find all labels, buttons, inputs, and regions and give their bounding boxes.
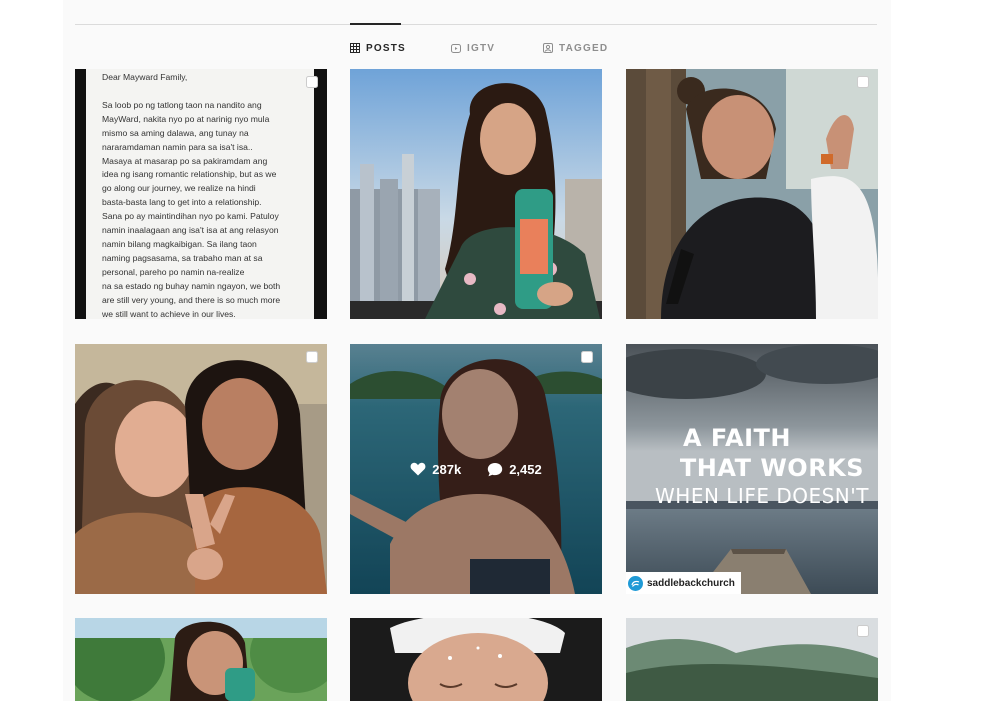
post-photo-sea-selfie[interactable]: 287k 2,452 bbox=[350, 344, 602, 594]
photo-garden-selfie bbox=[75, 618, 327, 701]
letter-salutation: Dear Mayward Family, bbox=[102, 72, 188, 82]
letter-line: MayWard, nakita nyo po at narinig nyo mu… bbox=[102, 113, 270, 124]
multiple-photos-icon bbox=[857, 625, 869, 637]
letter-line: basta-basta lang to get into a relations… bbox=[102, 197, 262, 208]
photo-mountains bbox=[626, 618, 878, 701]
grid-icon bbox=[350, 43, 360, 53]
letter-line: we still want to achieve in our lives. bbox=[102, 308, 236, 319]
post-hover-stats: 287k 2,452 bbox=[350, 344, 602, 594]
post-photo-city-selfie[interactable] bbox=[350, 69, 602, 319]
watermark-handle: saddlebackchurch bbox=[626, 572, 741, 594]
letter-paper: Dear Mayward Family, Sa loob po ng tatlo… bbox=[86, 69, 314, 319]
letter-line: idea ng isang romantic relationship, but… bbox=[102, 169, 277, 180]
post-photo-two-friends[interactable] bbox=[75, 344, 327, 594]
church-logo-icon bbox=[628, 575, 643, 591]
tab-tagged[interactable]: TAGGED bbox=[543, 40, 608, 56]
igtv-icon bbox=[451, 43, 461, 53]
letter-line: are still very young, and there is so mu… bbox=[102, 294, 281, 305]
quote-line-3: WHEN LIFE DOESN'T bbox=[655, 484, 869, 508]
letter-line: go along our journey, we realize na hind… bbox=[102, 183, 256, 194]
letter-line: mismo sa aming dalawa, ang tunay na bbox=[102, 127, 249, 138]
letter-line: Sa loob po ng tatlong taon na nandito an… bbox=[102, 99, 262, 110]
post-letter[interactable]: Dear Mayward Family, Sa loob po ng tatlo… bbox=[75, 69, 327, 319]
likes-count: 287k bbox=[432, 461, 462, 477]
post-quote-image[interactable]: A FAITH THAT WORKS WHEN LIFE DOESN'T sad… bbox=[626, 344, 878, 594]
letter-line: namin inaalagaan ang isa't isa at ang re… bbox=[102, 225, 279, 236]
photo-city-selfie bbox=[350, 69, 602, 319]
likes-stat: 287k bbox=[410, 462, 461, 477]
tab-igtv[interactable]: IGTV bbox=[451, 40, 495, 56]
multiple-photos-icon bbox=[857, 76, 869, 88]
post-photo-mountains[interactable] bbox=[626, 618, 878, 701]
handle-name: saddlebackchurch bbox=[647, 577, 735, 589]
heart-icon bbox=[410, 462, 426, 476]
active-tab-indicator bbox=[350, 23, 401, 25]
photo-face-mask bbox=[350, 618, 602, 701]
letter-line: na sa estado ng buhay namin ngayon, we b… bbox=[102, 280, 281, 291]
letter-line: namin bilang magkaibigan. Sa ilang taon bbox=[102, 238, 257, 249]
letter-line: Sana po ay maintindihan nyo po kami. Pat… bbox=[102, 211, 279, 222]
comment-icon bbox=[487, 462, 503, 476]
photo-two-friends bbox=[75, 344, 327, 594]
multiple-photos-icon bbox=[581, 351, 593, 363]
post-photo-face-mask[interactable] bbox=[350, 618, 602, 701]
quote-text: A FAITH THAT WORKS WHEN LIFE DOESN'T bbox=[626, 424, 878, 508]
comments-count: 2,452 bbox=[509, 461, 542, 477]
tab-tagged-label: TAGGED bbox=[559, 42, 609, 54]
tab-posts[interactable]: POSTS bbox=[350, 40, 406, 56]
letter-line: nararamdaman namin para sa isa't isa.. bbox=[102, 141, 253, 152]
letter-line: Masaya at masarap po sa pakiramdam ang bbox=[102, 155, 268, 166]
multiple-photos-icon bbox=[306, 351, 318, 363]
comments-stat: 2,452 bbox=[487, 462, 542, 477]
tab-posts-label: POSTS bbox=[366, 42, 406, 54]
quote-line-1: A FAITH bbox=[682, 424, 792, 452]
tagged-icon bbox=[543, 43, 553, 53]
photo-woman-side bbox=[626, 69, 878, 319]
letter-line: personal, pareho po namin na-realize bbox=[102, 266, 245, 277]
post-photo-woman-side[interactable] bbox=[626, 69, 878, 319]
tab-igtv-label: IGTV bbox=[467, 42, 496, 54]
letter-line: naming pagsasama, sa trabaho man at sa bbox=[102, 252, 263, 263]
quote-line-2: THAT WORKS bbox=[679, 454, 865, 482]
tabs-divider bbox=[75, 24, 877, 25]
post-photo-garden-selfie[interactable] bbox=[75, 618, 327, 701]
multiple-photos-icon bbox=[306, 76, 318, 88]
